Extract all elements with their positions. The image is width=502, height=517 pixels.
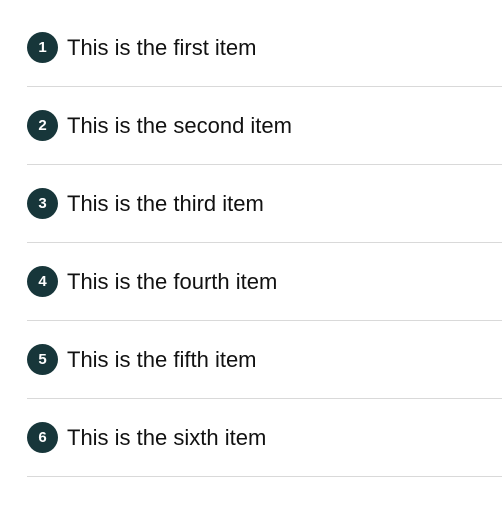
list-item: 1 This is the first item bbox=[27, 9, 502, 87]
number-badge: 5 bbox=[27, 344, 58, 375]
list-item-label: This is the second item bbox=[67, 112, 292, 138]
number-badge: 2 bbox=[27, 110, 58, 141]
list-item-label: This is the fourth item bbox=[67, 268, 278, 294]
number-badge: 1 bbox=[27, 32, 58, 63]
numbered-list: 1 This is the first item 2 This is the s… bbox=[27, 9, 502, 477]
list-item: 5 This is the fifth item bbox=[27, 321, 502, 399]
list-item-label: This is the fifth item bbox=[67, 346, 257, 372]
list-item-label: This is the first item bbox=[67, 34, 257, 60]
number-badge: 4 bbox=[27, 266, 58, 297]
list-item: 2 This is the second item bbox=[27, 87, 502, 165]
list-item: 3 This is the third item bbox=[27, 165, 502, 243]
list-item: 6 This is the sixth item bbox=[27, 399, 502, 477]
list-item: 4 This is the fourth item bbox=[27, 243, 502, 321]
list-item-label: This is the third item bbox=[67, 190, 264, 216]
number-badge: 6 bbox=[27, 422, 58, 453]
list-item-label: This is the sixth item bbox=[67, 424, 267, 450]
number-badge: 3 bbox=[27, 188, 58, 219]
